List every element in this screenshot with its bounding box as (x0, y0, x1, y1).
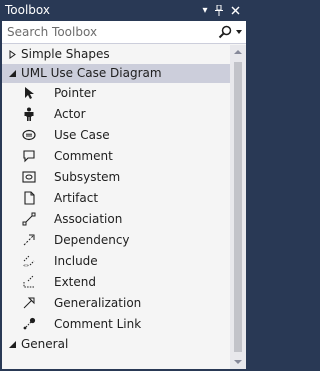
artifact-icon (24, 191, 35, 205)
chevron-down-icon[interactable]: ▾ (198, 2, 212, 18)
item-label: Generalization (54, 296, 142, 310)
vertical-scrollbar[interactable] (230, 45, 246, 369)
actor-icon (24, 107, 34, 121)
scroll-down-arrow-icon[interactable] (234, 360, 242, 364)
toolbox-panel: Search Toolbox Simple Shapes UML Use Cas… (2, 21, 246, 369)
include-icon: «» (23, 255, 35, 268)
search-input[interactable]: Search Toolbox (7, 25, 97, 39)
item-label: Subsystem (54, 170, 121, 184)
item-label: Association (54, 212, 123, 226)
toolbox-item-include[interactable]: «» Include (2, 251, 230, 272)
toolbox-item-generalization[interactable]: Generalization (2, 293, 230, 314)
window-title: Toolbox (5, 3, 50, 17)
scroll-up-arrow-icon[interactable] (234, 50, 242, 54)
svg-text:«»: «» (23, 263, 29, 268)
generalization-icon (23, 297, 35, 309)
close-icon[interactable] (228, 2, 242, 18)
category-label: UML Use Case Diagram (21, 66, 162, 80)
category-label: General (21, 337, 69, 351)
pin-icon[interactable] (212, 2, 226, 18)
toolbox-item-subsystem[interactable]: Subsystem (2, 167, 230, 188)
toolbox-item-comment-link[interactable]: Comment Link (2, 314, 230, 335)
use-case-icon (22, 129, 36, 141)
item-label: Actor (54, 107, 86, 121)
search-box[interactable]: Search Toolbox (2, 21, 246, 44)
comment-link-icon (23, 317, 36, 330)
search-icon[interactable] (218, 25, 232, 39)
pointer-icon (25, 87, 34, 99)
collapse-arrow-icon (9, 70, 16, 77)
toolbox-item-dependency[interactable]: Dependency (2, 230, 230, 251)
scrollbar-thumb[interactable] (234, 62, 242, 352)
item-label: Pointer (54, 86, 97, 100)
subsystem-icon (22, 171, 36, 183)
item-label: Include (54, 254, 98, 268)
category-uml-use-case-diagram[interactable]: UML Use Case Diagram (2, 64, 230, 83)
association-icon (22, 212, 36, 226)
toolbox-item-actor[interactable]: Actor (2, 104, 230, 125)
item-label: Use Case (54, 128, 110, 142)
item-label: Comment (54, 149, 113, 163)
expand-arrow-icon (9, 50, 16, 59)
dependency-icon (23, 234, 35, 246)
comment-icon (23, 150, 35, 163)
toolbox-item-pointer[interactable]: Pointer (2, 83, 230, 104)
item-label: Artifact (54, 191, 99, 205)
category-general[interactable]: General (2, 335, 230, 354)
toolbox-item-use-case[interactable]: Use Case (2, 125, 230, 146)
item-label: Comment Link (54, 317, 142, 331)
collapse-arrow-icon (9, 341, 16, 348)
toolbox-item-comment[interactable]: Comment (2, 146, 230, 167)
search-options-chevron-icon[interactable] (236, 30, 242, 34)
toolbox-item-extend[interactable]: Extend (2, 272, 230, 293)
item-label: Extend (54, 275, 96, 289)
toolbox-list: Simple Shapes UML Use Case Diagram Point… (2, 45, 230, 369)
category-label: Simple Shapes (21, 47, 110, 61)
extend-icon (23, 275, 34, 288)
category-simple-shapes[interactable]: Simple Shapes (2, 45, 230, 64)
toolbox-item-artifact[interactable]: Artifact (2, 188, 230, 209)
item-label: Dependency (54, 233, 130, 247)
toolbox-item-association[interactable]: Association (2, 209, 230, 230)
toolbox-title-bar: Toolbox ▾ (0, 0, 248, 21)
